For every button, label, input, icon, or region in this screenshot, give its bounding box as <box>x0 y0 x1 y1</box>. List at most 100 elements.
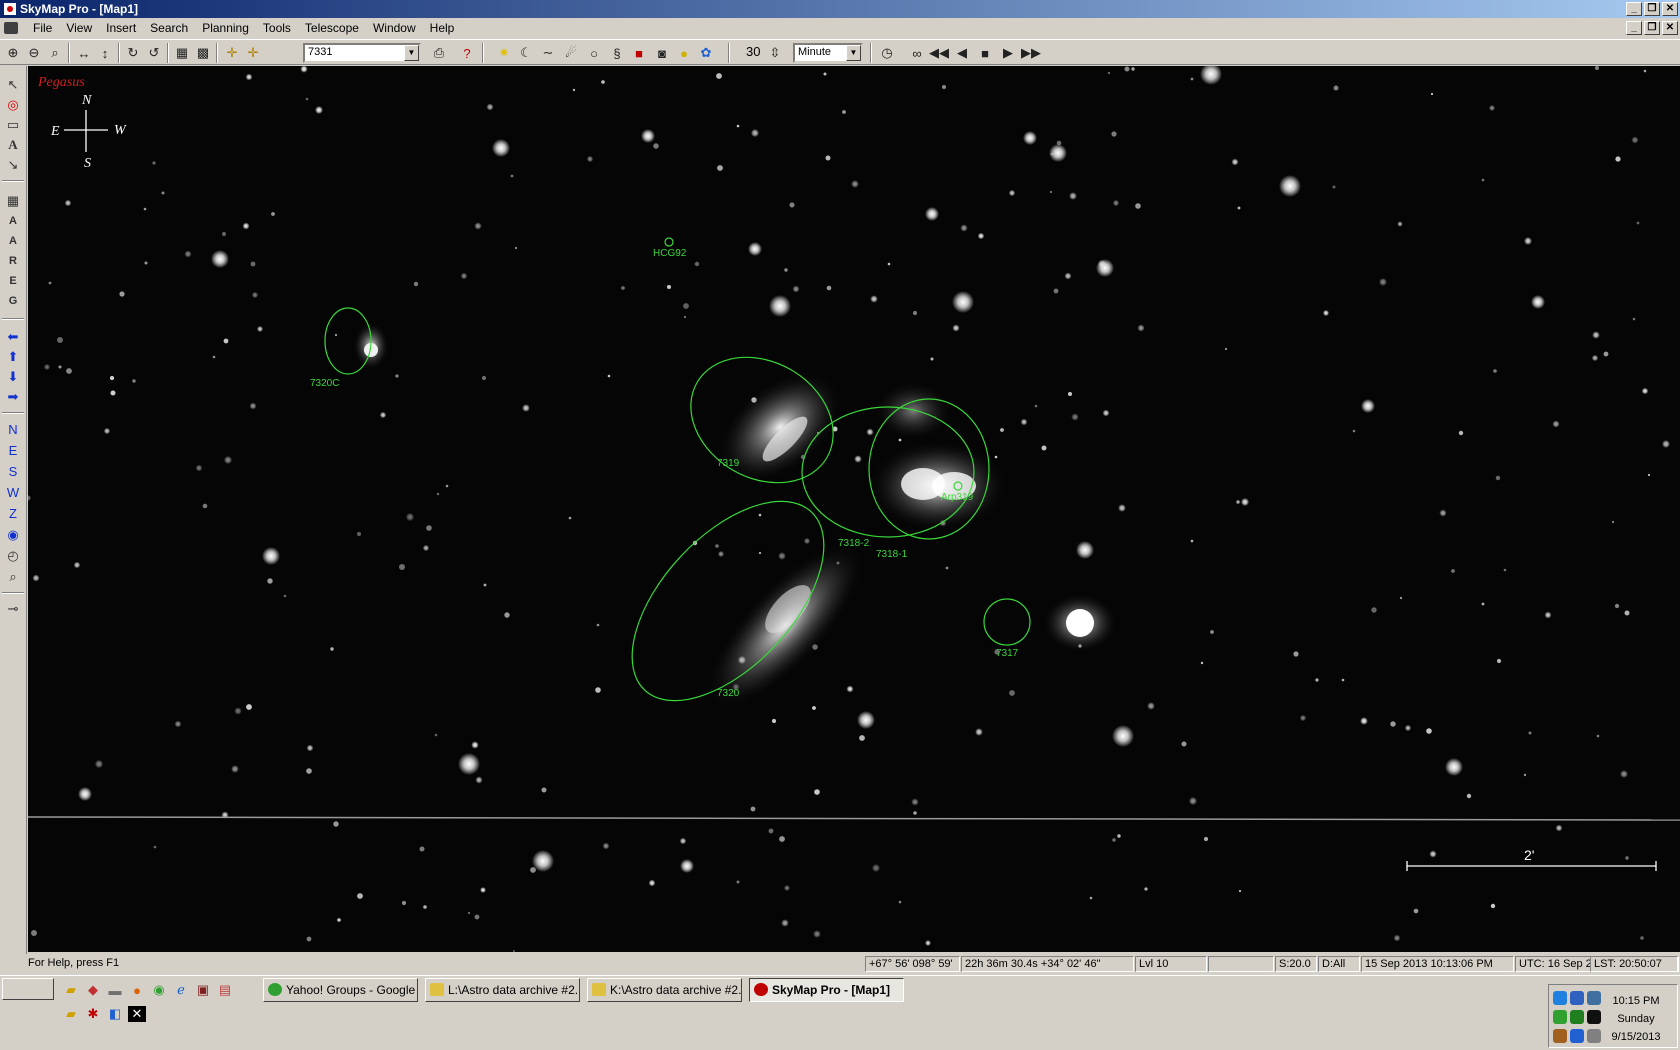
game-icon[interactable]: ▣ <box>194 982 212 998</box>
menu-planning[interactable]: Planning <box>195 18 256 38</box>
speaker-tray-icon[interactable] <box>1587 1029 1601 1043</box>
moon-icon[interactable]: ☾ <box>517 44 535 62</box>
mdi-restore-button[interactable]: ❐ <box>1644 21 1660 35</box>
arrows-tray-icon[interactable] <box>1553 1010 1567 1024</box>
grid-lines-icon[interactable]: ▩ <box>194 44 212 62</box>
monitor-tray-icon[interactable] <box>1587 991 1601 1005</box>
pointer-icon[interactable]: ↖ <box>4 76 22 94</box>
menu-view[interactable]: View <box>59 18 99 38</box>
minimize-button[interactable]: _ <box>1626 2 1642 16</box>
task-explorer-k[interactable]: K:\Astro data archive #2... <box>587 978 742 1002</box>
chrome-icon[interactable]: ◉ <box>150 982 168 998</box>
app-quicklaunch-icon[interactable]: ◆ <box>84 982 102 998</box>
menu-help[interactable]: Help <box>423 18 462 38</box>
skymap-quicklaunch-icon[interactable]: ✱ <box>84 1006 102 1022</box>
document-icon[interactable] <box>4 22 18 34</box>
menu-insert[interactable]: Insert <box>99 18 143 38</box>
restore-button[interactable]: ❐ <box>1644 2 1660 16</box>
loop-icon[interactable]: ∞ <box>908 44 926 62</box>
bulb-icon[interactable]: ● <box>675 44 693 62</box>
task-yahoo-groups[interactable]: Yahoo! Groups - Google ... <box>263 978 418 1002</box>
arrow-down-icon[interactable]: ⬇ <box>4 368 22 386</box>
vertical-arrows-icon[interactable]: ↕ <box>96 44 114 62</box>
letter-a-button[interactable]: A <box>4 212 22 230</box>
id-tray-icon[interactable] <box>1570 1010 1584 1024</box>
menu-window[interactable]: Window <box>366 18 423 38</box>
target-crosshair-icon[interactable]: ✛ <box>244 44 262 62</box>
keyboard-tray-icon[interactable] <box>1553 1029 1567 1043</box>
chevron-down-icon[interactable]: ▼ <box>846 45 861 61</box>
folder2-icon[interactable]: ▰ <box>62 1006 80 1022</box>
network-icon[interactable]: ◧ <box>106 1006 124 1022</box>
clock-time[interactable]: 10:15 PM <box>1601 995 1671 1007</box>
stopwatch-icon[interactable]: ◷ <box>878 44 896 62</box>
step-value[interactable]: 30 <box>746 44 760 59</box>
magnifier-icon[interactable]: ⌕ <box>4 568 22 586</box>
sun-icon[interactable]: ✷ <box>495 44 513 62</box>
horizontal-arrows-icon[interactable]: ↔ <box>75 44 93 62</box>
grid-toggle-icon[interactable]: ▦ <box>4 192 22 210</box>
direction-w-button[interactable]: W <box>4 483 22 501</box>
zoom-in-icon[interactable]: ⊕ <box>4 44 22 62</box>
fast-forward-icon[interactable]: ▶▶ <box>1021 44 1041 62</box>
orbit-icon[interactable]: § <box>608 44 626 62</box>
letter-a2-button[interactable]: A <box>4 232 22 250</box>
comet-icon[interactable]: ∼ <box>539 44 557 62</box>
folder-icon[interactable]: ▰ <box>62 982 80 998</box>
letter-r-button[interactable]: R <box>4 252 22 270</box>
help-pointer-icon[interactable]: ? <box>458 44 476 62</box>
object-combo[interactable]: 7331 ▼ <box>303 43 421 63</box>
arrow-up-icon[interactable]: ⬆ <box>4 348 22 366</box>
network-tray-icon[interactable] <box>1553 991 1567 1005</box>
telescope-icon[interactable]: ■ <box>630 44 648 62</box>
compass-icon[interactable]: ◴ <box>4 547 22 565</box>
target-icon[interactable]: ◎ <box>4 96 22 114</box>
letter-g-button[interactable]: G <box>4 292 22 310</box>
grid-icon[interactable]: ▦ <box>173 44 191 62</box>
arrow-right-icon[interactable]: ➡ <box>4 388 22 406</box>
text-tool-icon[interactable]: A <box>4 136 22 154</box>
zoom-out-icon[interactable]: ⊖ <box>25 44 43 62</box>
menu-file[interactable]: File <box>26 18 59 38</box>
rotate-cw-icon[interactable]: ↻ <box>124 44 142 62</box>
mdi-close-button[interactable]: ✕ <box>1662 21 1678 35</box>
security-tray-icon[interactable] <box>1570 1029 1584 1043</box>
bluetooth-tray-icon[interactable] <box>1570 991 1584 1005</box>
direction-n-button[interactable]: N <box>4 420 22 438</box>
telescope-pointer-icon[interactable]: ⊸ <box>4 600 22 618</box>
rewind-icon[interactable]: ◀◀ <box>929 44 949 62</box>
drive-icon[interactable]: ▬ <box>106 982 124 998</box>
terminal-tray-icon[interactable] <box>1587 1010 1601 1024</box>
asteroid-icon[interactable]: ☄ <box>562 44 580 62</box>
letter-e-button[interactable]: E <box>4 272 22 290</box>
planet-icon[interactable]: ○ <box>585 44 603 62</box>
task-explorer-l[interactable]: L:\Astro data archive #2... <box>425 978 580 1002</box>
firefox-icon[interactable]: ● <box>128 982 146 998</box>
print-icon[interactable]: ⎙ <box>430 44 448 62</box>
camera-icon[interactable]: ◙ <box>653 44 671 62</box>
step-unit-combo[interactable]: Minute ▼ <box>793 43 863 63</box>
start-button[interactable] <box>2 978 54 1000</box>
direction-s-button[interactable]: S <box>4 462 22 480</box>
toolbox-icon[interactable]: ▤ <box>216 982 234 998</box>
close-button[interactable]: ✕ <box>1662 2 1678 16</box>
color-icon[interactable]: ✿ <box>697 44 715 62</box>
rectangle-icon[interactable]: ▭ <box>4 116 22 134</box>
mdi-minimize-button[interactable]: _ <box>1626 21 1642 35</box>
center-crosshair-icon[interactable]: ✛ <box>223 44 241 62</box>
ie-icon[interactable]: ℯ <box>172 982 190 998</box>
stop-icon[interactable]: ■ <box>976 44 994 62</box>
chevron-down-icon[interactable]: ▼ <box>404 45 419 61</box>
task-skymap[interactable]: SkyMap Pro - [Map1] <box>749 978 904 1002</box>
step-forward-icon[interactable]: ▶ <box>999 44 1017 62</box>
globe-icon[interactable]: ◉ <box>4 526 22 544</box>
direction-e-button[interactable]: E <box>4 441 22 459</box>
menu-tools[interactable]: Tools <box>256 18 298 38</box>
spinner-icon[interactable]: ⇳ <box>766 44 784 62</box>
step-back-icon[interactable]: ◀ <box>953 44 971 62</box>
menu-search[interactable]: Search <box>143 18 195 38</box>
zoom-window-icon[interactable]: ⌕ <box>46 44 64 62</box>
menu-telescope[interactable]: Telescope <box>298 18 366 38</box>
rotate-ccw-icon[interactable]: ↺ <box>145 44 163 62</box>
x-app-icon[interactable]: ✕ <box>128 1006 146 1022</box>
